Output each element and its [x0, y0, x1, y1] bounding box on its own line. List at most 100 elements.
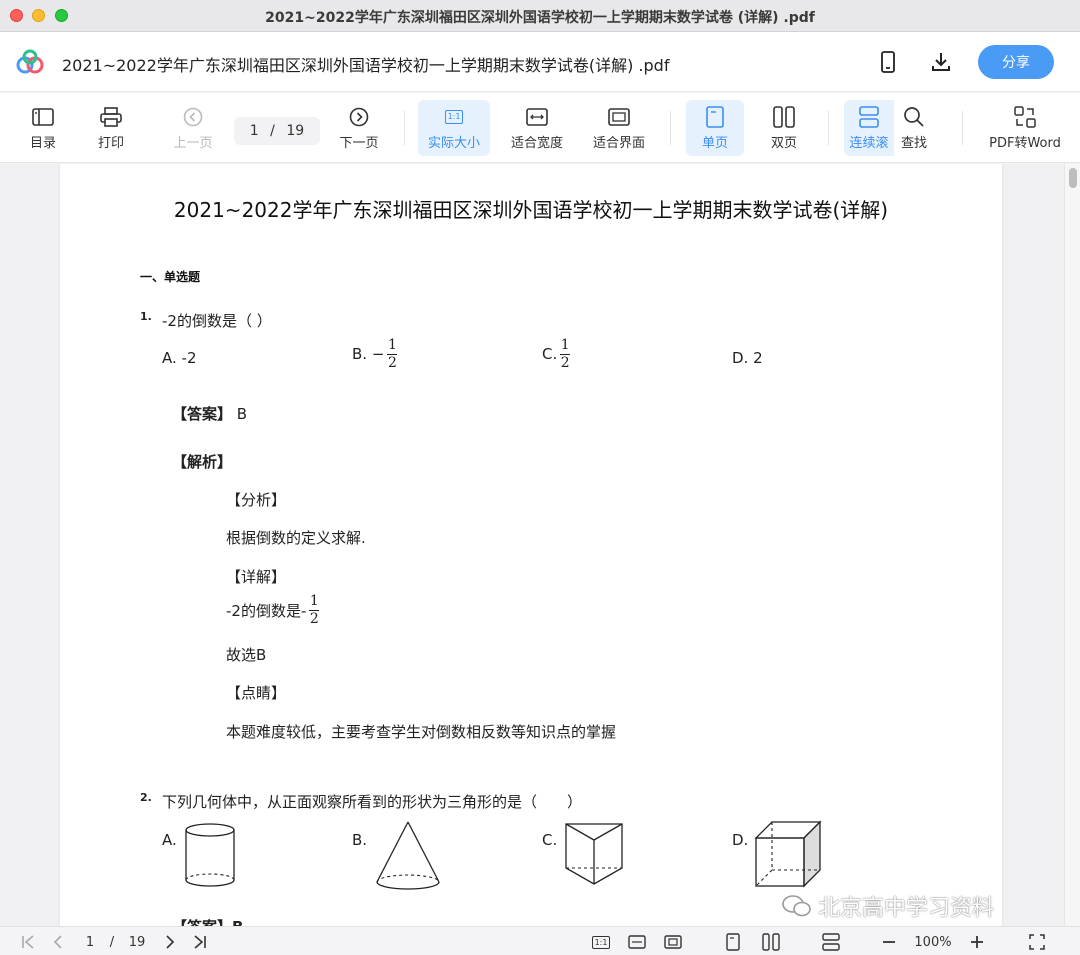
single-page-button[interactable]: 单页: [686, 100, 744, 156]
continuous-scroll-label: 连续滚: [849, 136, 889, 151]
document-viewport[interactable]: 2021~2022学年广东深圳福田区深圳外国语学校初一上学期期末数学试卷(详解)…: [0, 164, 1080, 926]
actual-size-icon: 1:1: [444, 105, 464, 129]
document-title: 2021~2022学年广东深圳福田区深圳外国语学校初一上学期期末数学试卷(详解)…: [62, 56, 670, 75]
page-separator: /: [270, 123, 275, 139]
next-page-label: 下一页: [339, 136, 379, 151]
double-page-label: 双页: [770, 136, 797, 151]
fenxi-heading: 【分析】: [226, 491, 287, 509]
watermark: 北京高中学习资料: [782, 890, 994, 922]
prev-page-icon[interactable]: [48, 931, 68, 953]
double-page-button[interactable]: 双页: [758, 100, 810, 156]
page-number-box[interactable]: 1 / 19: [234, 117, 320, 145]
analysis-heading: 【解析】: [172, 453, 233, 471]
guxuan-text: 故选B: [226, 646, 267, 664]
first-page-icon[interactable]: [18, 931, 38, 953]
option-c-prefix: C.: [542, 345, 558, 364]
total-pages: 19: [286, 123, 305, 139]
xiangjie-text: -2的倒数是- 12: [226, 593, 320, 627]
fit-page-small-icon[interactable]: [662, 931, 684, 953]
single-page-small-icon[interactable]: [722, 931, 744, 953]
phone-icon[interactable]: [875, 49, 901, 75]
toolbar-divider: [828, 111, 829, 145]
bottom-bar: 1 / 19 1:1 100%: [0, 926, 1080, 955]
next-page-button[interactable]: 下一页: [334, 100, 384, 156]
option-b: B. − 12: [352, 338, 398, 370]
toolbar: 目录 打印 上一页 下一页 1:1 实际大小 适合宽度 适合界面 单页 双页 连…: [0, 93, 1080, 163]
print-label: 打印: [97, 136, 124, 151]
scroll-thumb[interactable]: [1069, 168, 1077, 188]
fullscreen-icon[interactable]: [1026, 931, 1048, 953]
question-number: 2.: [140, 791, 152, 804]
print-icon: [100, 105, 122, 129]
fraction: 12: [309, 593, 320, 627]
bottom-page-separator: /: [109, 934, 115, 950]
bottom-current-page[interactable]: 1: [80, 931, 100, 953]
wechat-icon: [782, 895, 811, 917]
double-page-icon: [773, 105, 795, 129]
pdf-to-word-label: PDF转Word: [989, 136, 1061, 151]
zoom-in-icon[interactable]: [966, 931, 988, 953]
cylinder-figure: [185, 823, 235, 887]
xiangjie-heading: 【详解】: [226, 568, 287, 586]
actual-size-button[interactable]: 1:1 实际大小: [418, 100, 490, 156]
current-page-input[interactable]: 1: [250, 123, 259, 139]
fit-width-button[interactable]: 适合宽度: [504, 100, 570, 156]
continuous-small-icon[interactable]: [820, 931, 842, 953]
answer-label: 【答案】: [172, 405, 233, 423]
zoom-level[interactable]: 100%: [908, 931, 958, 953]
option-b-prefix: B. −: [352, 345, 385, 364]
fit-width-small-icon[interactable]: [626, 931, 648, 953]
fit-page-label: 适合界面: [592, 136, 645, 151]
toolbar-divider: [404, 111, 405, 145]
xiangjie-prefix: -2的倒数是-: [226, 601, 307, 620]
fit-page-button[interactable]: 适合界面: [586, 100, 652, 156]
last-page-icon[interactable]: [190, 931, 210, 953]
toolbar-divider: [670, 111, 671, 145]
page-title: 2021~2022学年广东深圳福田区深圳外国语学校初一上学期期末数学试卷(详解): [173, 198, 889, 222]
question-number: 1.: [140, 310, 152, 323]
zoom-out-icon[interactable]: [878, 931, 900, 953]
actual-size-label: 实际大小: [427, 136, 480, 151]
vertical-scrollbar[interactable]: [1064, 164, 1080, 926]
cone-figure: [376, 821, 440, 890]
search-icon: [903, 105, 925, 129]
option-c: C.: [542, 831, 558, 849]
chevron-right-circle-icon: [349, 105, 369, 129]
fit-page-icon: [608, 105, 630, 129]
option-a: A.: [162, 831, 177, 849]
prev-page-button[interactable]: 上一页: [168, 100, 218, 156]
find-button[interactable]: 查找: [894, 100, 934, 156]
find-label: 查找: [900, 136, 927, 151]
triangular-prism-figure: [565, 823, 623, 885]
next-page-icon[interactable]: [160, 931, 180, 953]
app-logo-icon: [16, 49, 44, 74]
fit-width-label: 适合宽度: [510, 136, 563, 151]
share-button[interactable]: 分享: [978, 45, 1054, 79]
window-title: 2021~2022学年广东深圳福田区深圳外国语学校初一上学期期末数学试卷 (详解…: [265, 10, 815, 26]
option-d: D.: [732, 831, 749, 849]
actual-size-small-icon[interactable]: 1:1: [590, 931, 612, 953]
bottom-total-pages: 19: [128, 934, 146, 950]
fraction: 12: [560, 337, 571, 371]
convert-icon: [1014, 105, 1036, 129]
chevron-left-circle-icon: [183, 105, 203, 129]
question-text: 下列几何体中，从正面观察所看到的形状为三角形的是（ ）: [162, 793, 583, 811]
dianjing-heading: 【点睛】: [226, 684, 287, 702]
pdf-to-word-button[interactable]: PDF转Word: [984, 100, 1066, 156]
continuous-scroll-button[interactable]: 连续滚: [844, 100, 894, 156]
toc-label: 目录: [29, 136, 56, 151]
section-heading: 一、单选题: [140, 270, 201, 284]
download-icon[interactable]: [928, 49, 954, 75]
question-text: -2的倒数是（ ）: [162, 312, 272, 330]
option-b: B.: [352, 831, 368, 849]
window-titlebar: 2021~2022学年广东深圳福田区深圳外国语学校初一上学期期末数学试卷 (详解…: [0, 0, 1080, 32]
option-a: A. -2: [162, 349, 197, 367]
pdf-page: 2021~2022学年广东深圳福田区深圳外国语学校初一上学期期末数学试卷(详解)…: [60, 164, 1002, 926]
fit-width-icon: [526, 105, 548, 129]
answer-line-partial: 【答案】B: [172, 916, 243, 926]
double-page-small-icon[interactable]: [760, 931, 782, 953]
toc-button[interactable]: 目录: [22, 100, 64, 156]
print-button[interactable]: 打印: [90, 100, 132, 156]
answer-value: B: [236, 405, 248, 423]
fenxi-text: 根据倒数的定义求解.: [226, 529, 366, 547]
